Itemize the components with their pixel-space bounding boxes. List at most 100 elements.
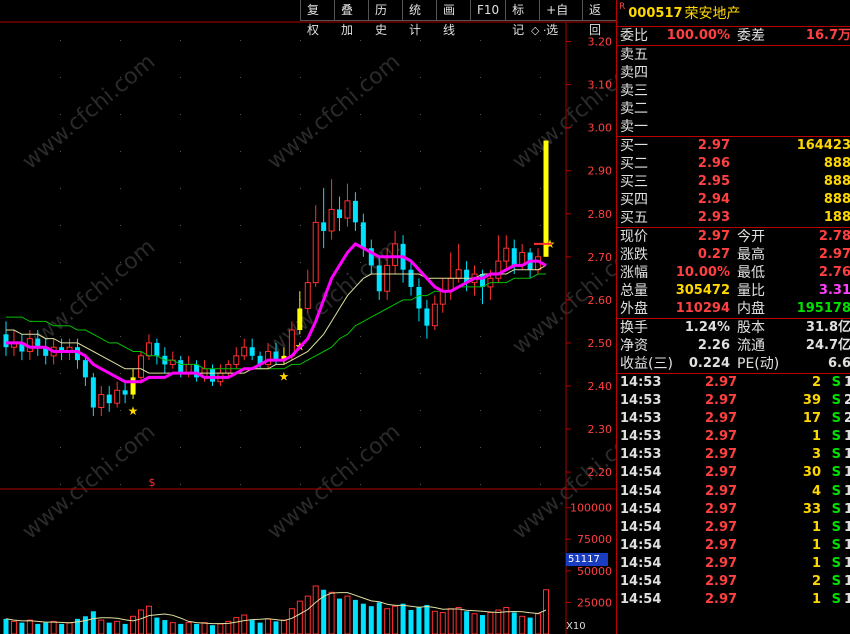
grid-dot	[60, 410, 61, 411]
stats-value: 1.24%	[684, 320, 730, 335]
tick-row[interactable]: 14:54 2.97 30 S 1	[617, 464, 850, 482]
grid-dot	[420, 225, 421, 226]
candle-body	[321, 222, 327, 231]
volume-bar	[360, 603, 366, 634]
price-axis-label: 2.60	[588, 294, 613, 307]
tick-row[interactable]: 14:54 2.97 1 S 1	[617, 591, 850, 609]
grid-dot	[360, 225, 361, 226]
candle-body	[384, 264, 391, 292]
stats-row: 换手 1.24% 股本 31.8亿	[617, 319, 850, 337]
volume-bar	[114, 620, 121, 634]
tick-row[interactable]: 14:54 2.97 33 S 1	[617, 501, 850, 519]
grid-dot	[300, 447, 301, 448]
tick-time: 14:54	[620, 574, 662, 590]
tick-list[interactable]: 14:53 2.97 2 S 1 14:53 2.97 39 S 2 14:53 2.97 17 S 2 14…	[617, 374, 850, 609]
toolbar-button-7[interactable]: +自选	[539, 0, 582, 37]
grid-dot	[480, 336, 481, 337]
volume-axis-label: 75000	[577, 533, 612, 546]
tick-price: 2.97	[705, 429, 738, 445]
tick-price: 2.97	[705, 393, 738, 409]
tick-time: 14:54	[620, 537, 662, 553]
grid-dot	[480, 77, 481, 78]
bid-price: 2.96	[697, 156, 730, 171]
toolbar-button-1[interactable]: 叠加	[334, 0, 368, 37]
volume-bar	[416, 607, 422, 634]
toolbar-button-5[interactable]: F10	[470, 0, 506, 21]
watermark-text: www.cfchi.com	[508, 49, 616, 174]
grid-dot	[420, 410, 421, 411]
tick-row[interactable]: 14:54 2.97 1 S 1	[617, 555, 850, 573]
tick-qty: 17	[802, 411, 821, 427]
tick-qty: 1	[811, 537, 821, 553]
grid-dot	[60, 114, 61, 115]
quote-value: 0.27	[697, 247, 730, 262]
bid-volume: 188	[823, 210, 850, 225]
candle-body	[360, 222, 366, 249]
tick-price: 2.97	[705, 465, 738, 481]
volume-bar	[169, 622, 176, 634]
toolbar-button-8[interactable]: 返回	[581, 0, 616, 37]
quote-label-2: 最高	[737, 247, 765, 263]
volume-bar	[217, 623, 224, 634]
grid-dot	[540, 447, 541, 448]
tick-row[interactable]: 14:54 2.97 4 S 1	[617, 483, 850, 501]
volume-bar	[241, 614, 248, 634]
tick-row[interactable]: 14:53 2.97 2 S 1	[617, 374, 850, 392]
toolbar-button-3[interactable]: 统计	[402, 0, 436, 37]
tick-row[interactable]: 14:54 2.97 1 S 1	[617, 519, 850, 537]
tick-side: S	[831, 555, 841, 571]
volume-bar	[455, 606, 462, 634]
candle-body	[209, 368, 215, 382]
volume-bar	[447, 608, 454, 634]
volume-bar	[439, 612, 446, 634]
grid-dot	[420, 77, 421, 78]
candle-body	[431, 303, 438, 327]
grid-dot	[60, 262, 61, 263]
candle-body	[439, 290, 446, 305]
volume-bar	[424, 604, 430, 634]
tick-side: S	[831, 411, 841, 427]
ask-row: 卖三	[617, 82, 850, 100]
grid-dot	[60, 77, 61, 78]
tick-row[interactable]: 14:53 2.97 3 S 1	[617, 446, 850, 464]
toolbar-button-4[interactable]: 画线	[436, 0, 470, 37]
watermark-text: www.cfchi.com	[263, 49, 405, 174]
tick-row[interactable]: 14:54 2.97 2 S 1	[617, 573, 850, 591]
grid-dot	[180, 114, 181, 115]
grid-dot	[240, 225, 241, 226]
volume-bar	[495, 609, 502, 634]
price-axis-label: 2.30	[588, 423, 613, 436]
grid-dot	[120, 40, 121, 41]
tick-row[interactable]: 14:54 2.97 1 S 1	[617, 537, 850, 555]
volume-bar	[209, 625, 215, 634]
toolbar-button-0[interactable]: 复权	[300, 0, 334, 37]
volume-axis-label: 50000	[577, 565, 612, 578]
tick-time: 14:53	[620, 429, 662, 445]
grid-dot	[420, 151, 421, 152]
stats-label-2: PE(动)	[737, 356, 780, 372]
kline-chart[interactable]: www.cfchi.com www.cfchi.com www.cfchi.com w…	[0, 0, 616, 634]
grid-dot	[300, 484, 301, 485]
toolbar-button-6[interactable]: 标记	[505, 0, 540, 37]
tick-price: 2.97	[705, 447, 738, 463]
tick-qty: 1	[811, 555, 821, 571]
tick-price: 2.97	[705, 555, 738, 571]
bid-price: 2.97	[697, 138, 730, 153]
grid-dot	[120, 373, 121, 374]
kline-chart-area[interactable]: www.cfchi.com www.cfchi.com www.cfchi.com w…	[0, 0, 616, 634]
grid-dot	[540, 40, 541, 41]
grid-dot	[180, 262, 181, 263]
tick-row[interactable]: 14:53 2.97 39 S 2	[617, 392, 850, 410]
tick-row[interactable]: 14:53 2.97 1 S 1	[617, 428, 850, 446]
candle-body	[145, 342, 152, 357]
grid-dot	[480, 114, 481, 115]
tick-time: 14:53	[620, 411, 662, 427]
stock-header[interactable]: R 000517 荣安地产	[617, 0, 850, 27]
candle-body	[455, 269, 462, 279]
tick-row[interactable]: 14:53 2.97 17 S 2	[617, 410, 850, 428]
ask-row: 卖二	[617, 100, 850, 118]
volume-bar	[35, 623, 41, 634]
toolbar-button-2[interactable]: 历史	[368, 0, 402, 37]
quote-row: 总量 305472 量比 3.31	[617, 282, 850, 300]
diamond-icon[interactable]: ◇ ·	[531, 24, 546, 37]
